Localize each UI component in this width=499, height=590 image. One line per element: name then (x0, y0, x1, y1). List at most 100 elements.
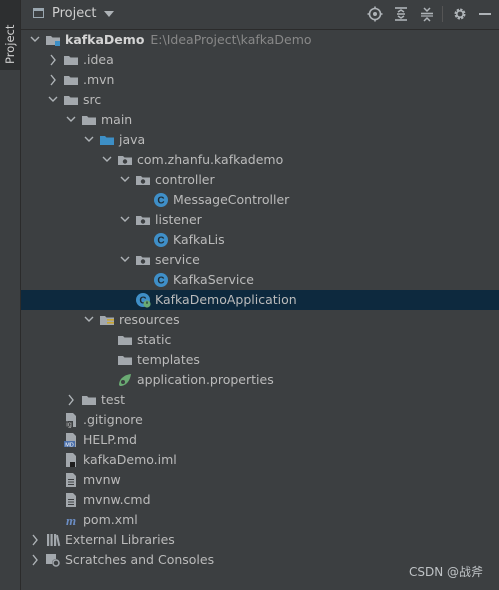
spring-class-icon: C (136, 293, 151, 308)
tree-node-label: kafkaDemo.iml (83, 450, 177, 470)
tree-node-java[interactable]: java (21, 130, 499, 150)
tree-node-label: static (137, 330, 171, 350)
tree-node-kafkademo-iml[interactable]: kafkaDemo.iml (21, 450, 499, 470)
tree-node-gitignore[interactable]: ig .gitignore (21, 410, 499, 430)
tree-node-label: .mvn (83, 70, 114, 90)
tree-node-label: java (119, 130, 145, 150)
hide-icon[interactable] (477, 6, 493, 22)
chevron-down-icon[interactable] (47, 90, 59, 110)
tree-node-label: MessageController (173, 190, 289, 210)
tree-node-name: External Libraries (65, 532, 175, 547)
folder-icon (64, 76, 78, 85)
tree-node-main[interactable]: main (21, 110, 499, 130)
package-icon (136, 216, 150, 225)
tree-node-name: kafkaDemo.iml (83, 452, 177, 467)
view-dropdown-icon[interactable] (104, 11, 114, 17)
folder-icon (118, 356, 132, 365)
tree-node-kafkademo[interactable]: kafkaDemo E:\IdeaProject\kafkaDemo (21, 30, 499, 50)
tree-node-name: pom.xml (83, 512, 138, 527)
scratches-icon (46, 554, 60, 567)
tree-node-name: HELP.md (83, 432, 137, 447)
libraries-icon (47, 534, 61, 547)
tree-node-kafkaservice[interactable]: C KafkaService (21, 270, 499, 290)
class-icon: C (154, 233, 168, 247)
tree-node-name: mvnw.cmd (83, 492, 151, 507)
tree-node-label: templates (137, 350, 200, 370)
tree-node-label: .idea (83, 50, 114, 70)
chevron-down-icon[interactable] (119, 170, 131, 190)
settings-icon[interactable] (452, 6, 468, 22)
tree-node-label: mvnw (83, 470, 121, 490)
tree-node-com-zhanfu-kafkademo[interactable]: com.zhanfu.kafkademo (21, 150, 499, 170)
tree-node-pom-xml[interactable]: m pom.xml (21, 510, 499, 530)
tree-node-service[interactable]: service (21, 250, 499, 270)
folder-module-icon (46, 36, 60, 46)
tree-node-mvnw[interactable]: mvnw (21, 470, 499, 490)
tree-node-label: KafkaDemoApplication (155, 290, 297, 310)
tree-node-src[interactable]: src (21, 90, 499, 110)
chevron-down-icon[interactable] (83, 130, 95, 150)
tree-node-mvnw-cmd[interactable]: mvnw.cmd (21, 490, 499, 510)
chevron-down-icon[interactable] (65, 110, 77, 130)
chevron-down-icon[interactable] (119, 250, 131, 270)
folder-icon (64, 56, 78, 65)
tree-node-label: KafkaService (173, 270, 254, 290)
tree-node-kafkalis[interactable]: C KafkaLis (21, 230, 499, 250)
tree-node-label: .gitignore (83, 410, 143, 430)
tree-node-name: static (137, 332, 172, 347)
chevron-down-icon[interactable] (83, 310, 95, 330)
folder-icon (64, 96, 78, 105)
tree-node-listener[interactable]: listener (21, 210, 499, 230)
watermark-text: CSDN @战斧 (408, 565, 483, 579)
tree-node-kafkademoapplication[interactable]: C KafkaDemoApplication (21, 290, 499, 310)
markdown-file-icon: MD (64, 433, 76, 448)
tree-node-label: resources (119, 310, 180, 330)
gitignore-file-icon: ig (65, 413, 76, 428)
chevron-down-icon[interactable] (119, 210, 131, 230)
tree-node-label: controller (155, 170, 215, 190)
tree-node-controller[interactable]: controller (21, 170, 499, 190)
collapse-all-icon[interactable] (419, 6, 435, 22)
tree-node-idea[interactable]: .idea (21, 50, 499, 70)
chevron-down-icon[interactable] (101, 150, 113, 170)
tree-node-name: controller (155, 172, 215, 187)
tree-node-messagecontroller[interactable]: C MessageController (21, 190, 499, 210)
tree-node-name: main (101, 112, 133, 127)
tree-node-name: MessageController (173, 192, 290, 207)
tree-node-application-properties[interactable]: application.properties (21, 370, 499, 390)
tree-node-name: KafkaLis (173, 232, 225, 247)
tree-node-name: src (83, 92, 102, 107)
tree-node-external-libraries[interactable]: External Libraries (21, 530, 499, 550)
tree-node-resources[interactable]: resources (21, 310, 499, 330)
chevron-right-icon[interactable] (47, 50, 59, 70)
tree-node-name: KafkaService (173, 272, 254, 287)
tree-node-label: kafkaDemo E:\IdeaProject\kafkaDemo (65, 30, 312, 50)
tree-node-label: com.zhanfu.kafkademo (137, 150, 283, 170)
project-tool-tab[interactable]: Project (0, 0, 20, 70)
chevron-right-icon[interactable] (47, 70, 59, 90)
tree-node-static[interactable]: static (21, 330, 499, 350)
chevron-down-icon[interactable] (29, 30, 41, 50)
class-icon: C (154, 273, 168, 287)
expand-all-icon[interactable] (393, 6, 409, 22)
tree-node-help-md[interactable]: MD HELP.md (21, 430, 499, 450)
project-view-title[interactable]: Project (52, 6, 96, 21)
project-window-icon (33, 8, 44, 18)
tree-node-test[interactable]: test (21, 390, 499, 410)
spring-properties-icon (119, 374, 131, 386)
tree-node-name: com.zhanfu.kafkademo (137, 152, 284, 167)
chevron-right-icon[interactable] (29, 550, 41, 570)
folder-icon (82, 116, 96, 125)
tree-node-label: HELP.md (83, 430, 137, 450)
project-path: E:\IdeaProject\kafkaDemo (150, 32, 312, 47)
tree-node-templates[interactable]: templates (21, 350, 499, 370)
locate-icon[interactable] (367, 6, 383, 22)
package-icon (136, 176, 150, 185)
folder-icon (82, 396, 96, 405)
tree-node-name: application.properties (137, 372, 274, 387)
chevron-right-icon[interactable] (65, 390, 77, 410)
tree-node-name: .idea (83, 52, 114, 67)
tree-node-mvn[interactable]: .mvn (21, 70, 499, 90)
chevron-right-icon[interactable] (29, 530, 41, 550)
tree-node-name: kafkaDemo (65, 32, 145, 47)
